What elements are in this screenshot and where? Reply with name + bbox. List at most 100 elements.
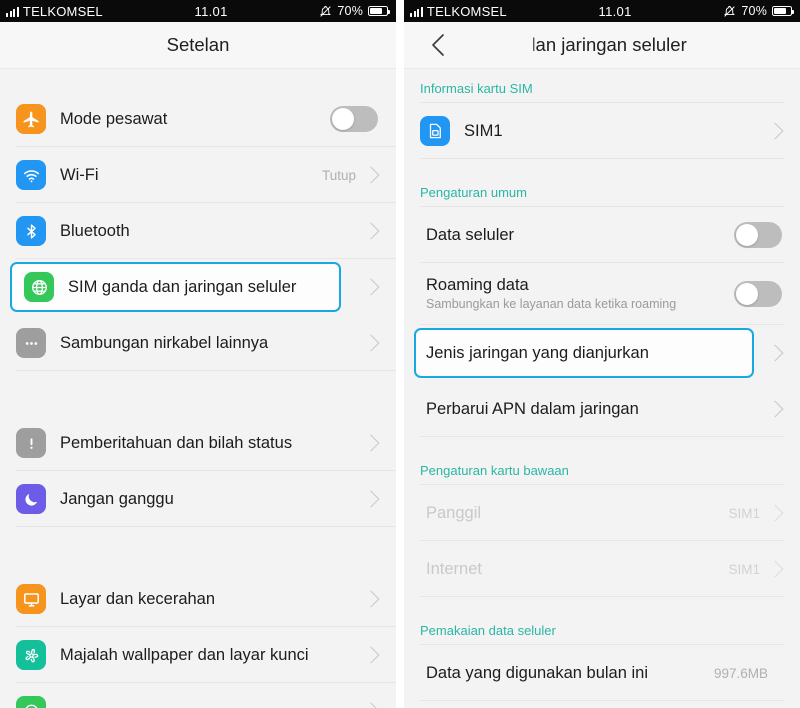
- settings-item-mobile-data[interactable]: Data seluler: [404, 207, 800, 263]
- section-header-label: Pengaturan kartu bawaan: [420, 463, 569, 478]
- more-dots-icon: [16, 328, 46, 358]
- settings-item-label-group: Roaming data Sambungkan ke layanan data …: [426, 276, 734, 312]
- status-bar-right-group: 70%: [319, 4, 391, 18]
- section-header-general-settings: Pengaturan umum: [404, 173, 800, 207]
- settings-item-label: Bluetooth: [60, 221, 130, 240]
- settings-item-description: Sambungkan ke layanan data ketika roamin…: [426, 297, 677, 311]
- section-header-data-usage: Pemakaian data seluler: [404, 611, 800, 645]
- roaming-data-toggle[interactable]: [734, 281, 783, 307]
- chevron-right-icon: [362, 646, 380, 664]
- status-bar-left: TELKOMSEL 11.01 70%: [0, 0, 397, 22]
- settings-item-partial[interactable]: [404, 701, 800, 708]
- settings-item-label: Sambungan nirkabel lainnya: [60, 333, 269, 352]
- battery-icon: [368, 5, 391, 17]
- settings-item-label: Wi-Fi: [60, 165, 99, 184]
- section-header-label: Pengaturan umum: [420, 185, 527, 200]
- status-bar-right-group: 70%: [723, 4, 795, 18]
- battery-icon: [772, 5, 795, 17]
- settings-item-other-wireless[interactable]: Sambungan nirkabel lainnya: [0, 315, 397, 371]
- chevron-right-icon: [362, 434, 380, 452]
- settings-item-call-default-sim: Panggil SIM1: [404, 485, 800, 541]
- section-header-sim-info: Informasi kartu SIM: [404, 69, 800, 103]
- settings-item-label: Data seluler: [426, 225, 515, 244]
- settings-item-dual-sim-network[interactable]: SIM ganda dan jaringan seluler: [0, 259, 396, 315]
- clock-label: 11.01: [194, 3, 228, 19]
- airplane-mode-toggle[interactable]: [330, 106, 379, 132]
- section-header-label: Informasi kartu SIM: [420, 81, 533, 96]
- settings-item-bluetooth[interactable]: Bluetooth: [0, 203, 397, 259]
- chevron-right-icon: [766, 400, 784, 418]
- settings-item-wifi[interactable]: Wi-Fi Tutup: [0, 147, 397, 203]
- flower-icon: [16, 640, 46, 670]
- left-title-bar: Setelan: [0, 22, 397, 69]
- settings-item-update-apn[interactable]: Perbarui APN dalam jaringan: [404, 381, 800, 437]
- settings-item-internet-default-sim: Internet SIM1: [404, 541, 800, 597]
- chevron-right-icon: [766, 504, 784, 522]
- settings-item-partial[interactable]: [0, 683, 397, 708]
- network-settings-list[interactable]: Informasi kartu SIM SIM1 Pengaturan umum: [404, 69, 800, 708]
- chevron-right-icon: [362, 590, 380, 608]
- carrier-label: TELKOMSEL: [22, 3, 103, 19]
- carrier-label: TELKOMSEL: [426, 3, 507, 19]
- settings-item-label: SIM ganda dan jaringan seluler: [68, 277, 297, 296]
- wifi-status-value: Tutup: [321, 167, 357, 183]
- page-title: Setelan: [166, 34, 230, 55]
- settings-item-roaming-data[interactable]: Roaming data Sambungkan ke layanan data …: [404, 263, 800, 325]
- chevron-right-icon: [362, 222, 380, 240]
- section-header-default-card-settings: Pengaturan kartu bawaan: [404, 451, 800, 485]
- settings-item-wallpaper-lockscreen[interactable]: Majalah wallpaper dan layar kunci: [0, 627, 397, 683]
- screen-divider: [396, 0, 400, 708]
- settings-item-label: Perbarui APN dalam jaringan: [426, 399, 639, 418]
- settings-item-value: SIM1: [728, 561, 761, 577]
- chevron-right-icon: [766, 560, 784, 578]
- chevron-right-icon: [362, 490, 380, 508]
- chevron-right-icon: [362, 278, 380, 296]
- group-spacer: [0, 371, 397, 415]
- chevron-right-icon: [362, 334, 380, 352]
- globe-icon: [24, 272, 54, 302]
- status-bar-left-group: TELKOMSEL: [6, 4, 103, 19]
- settings-item-label: Pemberitahuan dan bilah status: [60, 433, 293, 452]
- wifi-icon: [16, 160, 46, 190]
- settings-list[interactable]: Mode pesawat Wi-Fi Tutup Bluetooth SIM g…: [0, 69, 397, 708]
- settings-item-notifications-status-bar[interactable]: Pemberitahuan dan bilah status: [0, 415, 397, 471]
- settings-item-label: Mode pesawat: [60, 109, 168, 128]
- settings-item-label: Majalah wallpaper dan layar kunci: [60, 645, 309, 664]
- moon-icon: [16, 484, 46, 514]
- mute-bell-icon: [319, 5, 332, 18]
- battery-percent-label: 70%: [741, 4, 768, 18]
- mute-bell-icon: [723, 5, 736, 18]
- page-title: dan jaringan seluler: [525, 34, 687, 55]
- partial-green-icon: [16, 696, 46, 708]
- chevron-right-icon: [766, 344, 784, 362]
- settings-item-label: Roaming data: [426, 276, 529, 294]
- clock-label: 11.01: [598, 3, 632, 19]
- settings-item-label: Internet: [426, 559, 482, 578]
- settings-item-display-brightness[interactable]: Layar dan kecerahan: [0, 571, 397, 627]
- settings-item-label: Data yang digunakan bulan ini: [426, 663, 649, 682]
- group-spacer: [0, 527, 397, 571]
- signal-bars-icon: [6, 6, 19, 17]
- settings-item-airplane-mode[interactable]: Mode pesawat: [0, 91, 397, 147]
- settings-item-label: Jangan ganggu: [60, 489, 174, 508]
- settings-item-label: Layar dan kecerahan: [60, 589, 216, 608]
- settings-item-do-not-disturb[interactable]: Jangan ganggu: [0, 471, 397, 527]
- display-icon: [16, 584, 46, 614]
- chevron-right-icon: [362, 166, 380, 184]
- settings-item-label: Jenis jaringan yang dianjurkan: [426, 343, 649, 362]
- left-phone-screen: TELKOMSEL 11.01 70% Setelan Mode pesawat…: [0, 0, 397, 708]
- settings-item-sim1[interactable]: SIM1: [404, 103, 800, 159]
- chevron-right-icon: [362, 702, 380, 708]
- mobile-data-toggle[interactable]: [734, 222, 783, 248]
- settings-item-label: SIM1: [464, 121, 503, 140]
- page-title-wrapper: dan jaringan seluler: [404, 22, 800, 68]
- airplane-icon: [16, 104, 46, 134]
- exclamation-icon: [16, 428, 46, 458]
- sim-card-icon: [420, 116, 450, 146]
- chevron-right-icon: [766, 122, 784, 140]
- dual-screenshot-container: TELKOMSEL 11.01 70% Setelan Mode pesawat…: [0, 0, 800, 708]
- settings-item-preferred-network-type[interactable]: Jenis jaringan yang dianjurkan: [404, 325, 800, 381]
- settings-item-data-used-this-month[interactable]: Data yang digunakan bulan ini 997.6MB: [404, 645, 800, 701]
- status-bar-right: TELKOMSEL 11.01 70%: [404, 0, 800, 22]
- settings-item-label: Panggil: [426, 503, 482, 522]
